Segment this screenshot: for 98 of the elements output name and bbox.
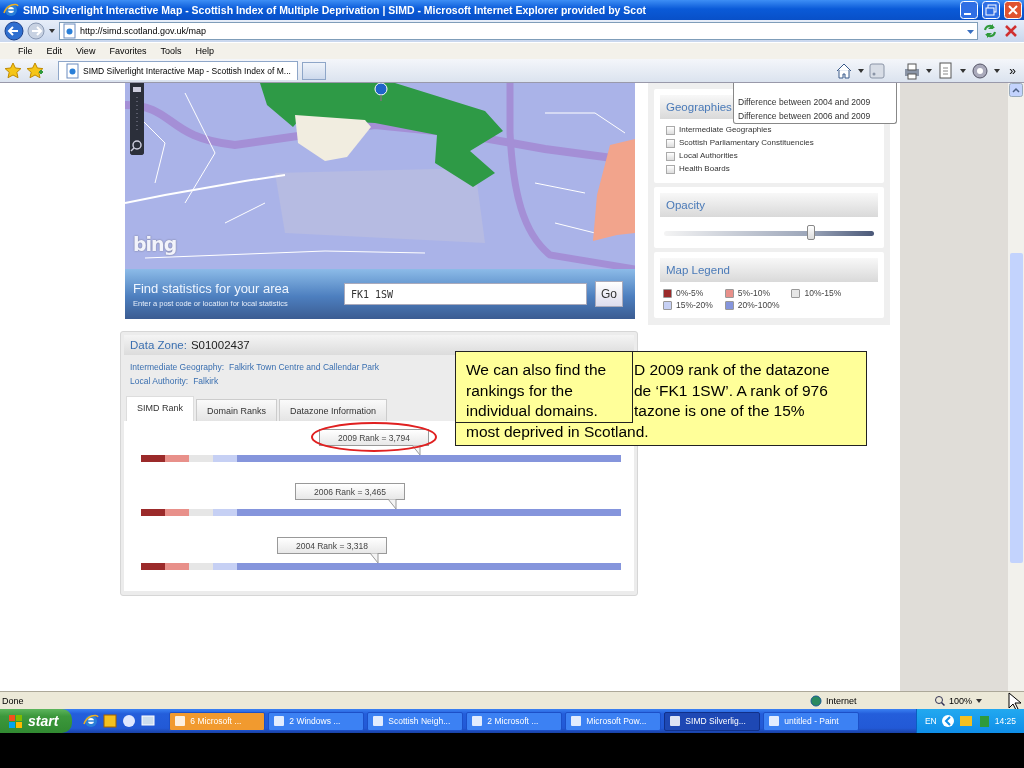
zoom-icon: [934, 694, 946, 707]
toolbar-chevron[interactable]: »: [1005, 63, 1020, 78]
rank-tooltip: 2009 Rank = 3,794: [319, 429, 429, 446]
menu-item[interactable]: Favorites: [103, 46, 153, 56]
legend-label: 20%-100%: [737, 300, 780, 310]
close-button[interactable]: [1004, 1, 1022, 19]
mouse-pointer-icon: [1008, 691, 1022, 710]
callout-text: D 2009 rank of the datazone: [634, 360, 830, 380]
home-icon[interactable]: [835, 61, 854, 80]
caret-icon[interactable]: [857, 66, 866, 75]
caret-icon[interactable]: [975, 696, 984, 705]
location-pin-icon: [374, 83, 388, 101]
rank-tooltip: 2006 Rank = 3,465: [295, 483, 405, 500]
windows-logo-icon: [8, 713, 23, 729]
window-icon: [372, 715, 385, 727]
new-tab-button[interactable]: [301, 61, 326, 80]
expand-tray-icon[interactable]: [940, 714, 955, 728]
taskbar-button[interactable]: Microsoft Pow...: [565, 711, 662, 731]
caret-icon[interactable]: [925, 66, 934, 75]
section-header: Map Legend: [660, 258, 878, 282]
window-icon: [768, 715, 781, 727]
section-header: Opacity: [660, 193, 878, 217]
taskbar-button[interactable]: 2 Windows ...: [268, 711, 365, 731]
legend-label: 15%-20%: [676, 300, 713, 310]
go-button[interactable]: Go: [595, 281, 623, 307]
data-zone-code: S01002437: [190, 339, 250, 351]
minimize-button[interactable]: [960, 1, 978, 19]
menu-item[interactable]: File: [12, 46, 39, 56]
refresh-button[interactable]: [981, 22, 999, 40]
address-field[interactable]: http://simd.scotland.gov.uk/map: [59, 22, 978, 40]
callout-text: most deprived in Scotland.: [466, 421, 649, 442]
security-zone: Internet: [826, 695, 857, 706]
zoom-control[interactable]: [130, 83, 144, 155]
print-icon[interactable]: [903, 61, 922, 80]
data-zone-label: Data Zone:: [130, 339, 187, 351]
legend-label: 0%-5%: [676, 288, 704, 298]
window-icon: [273, 715, 286, 727]
checkbox[interactable]: [666, 151, 675, 161]
detail-label: Intermediate Geography:: [130, 362, 225, 372]
scrollbar-thumb[interactable]: [1009, 253, 1023, 563]
checkbox-label: Intermediate Geographies: [679, 125, 772, 135]
postcode-field[interactable]: FK1 1SW: [344, 283, 587, 305]
search-title: Find statistics for your area: [133, 280, 291, 296]
slider-thumb[interactable]: [807, 225, 815, 240]
detail-value: Falkirk Town Centre and Callendar Park: [229, 362, 380, 372]
caret-icon[interactable]: [993, 66, 1002, 75]
window-icon: [570, 715, 583, 727]
url-text: http://simd.scotland.gov.uk/map: [80, 26, 207, 36]
checkbox-label: Health Boards: [679, 164, 730, 174]
back-button[interactable]: [4, 21, 24, 41]
menu-item[interactable]: Edit: [40, 46, 69, 56]
window-title: SIMD Silverlight Interactive Map - Scottish Index of Multiple Deprivation | SIMD - Microsoft Internet Explorer provided by Scot: [23, 4, 648, 16]
caret-icon[interactable]: [48, 27, 56, 35]
checkbox-label: Scottish Parliamentary Constituencies: [679, 138, 814, 148]
panel-tab[interactable]: SIMD Rank: [126, 396, 194, 421]
legend-label: 5%-10%: [737, 288, 770, 298]
start-button[interactable]: start: [0, 709, 73, 733]
rank-tooltip: 2004 Rank = 3,318: [277, 537, 387, 554]
clock: 14:25: [994, 716, 1016, 726]
caret-icon[interactable]: [959, 66, 968, 75]
callout-text: tazone is one of the 15%: [634, 401, 805, 421]
panel-tab[interactable]: Domain Ranks: [196, 399, 278, 421]
globe-icon: [810, 694, 822, 707]
checkbox[interactable]: [666, 125, 675, 135]
legend-label: 10%-15%: [804, 288, 842, 298]
panel-tab[interactable]: Datazone Information: [279, 399, 388, 421]
page-icon: [65, 63, 79, 79]
window-icon: [471, 715, 484, 727]
checkbox[interactable]: [666, 164, 675, 174]
menu-item[interactable]: Help: [189, 46, 220, 56]
detail-value: Falkirk: [193, 376, 219, 386]
ie-logo-icon: [3, 2, 19, 18]
window-icon: [174, 715, 187, 727]
checkbox-label: Local Authorities: [679, 151, 738, 161]
ie-logo-icon[interactable]: [83, 713, 100, 729]
browser-tab[interactable]: SIMD Silverlight Interactive Map - Scottish Index of M...: [58, 61, 298, 80]
detail-label: Local Authority:: [130, 376, 189, 386]
callout-text: We can also find the rankings for the individual domains.: [466, 360, 608, 421]
taskbar-button[interactable]: 2 Microsoft ...: [466, 711, 563, 731]
callout-text: de ‘FK1 1SW’. A rank of 976: [634, 380, 828, 401]
menu-item[interactable]: View: [70, 46, 102, 56]
vertical-scrollbar[interactable]: [1008, 83, 1024, 691]
checkbox[interactable]: [666, 138, 675, 148]
window-icon: [669, 715, 682, 727]
scroll-up-button[interactable]: [1009, 83, 1023, 97]
map-logo: bing: [133, 233, 177, 255]
taskbar-button[interactable]: Scottish Neigh...: [367, 711, 464, 731]
desktop-icon[interactable]: [140, 713, 157, 729]
gear-icon[interactable]: [971, 61, 990, 80]
favorites-star-icon[interactable]: [4, 61, 22, 80]
restore-button[interactable]: [982, 1, 1000, 19]
zoom-level[interactable]: 100%: [949, 695, 973, 706]
page-icon: [62, 23, 76, 39]
add-favorite-icon[interactable]: [26, 61, 44, 80]
menu-item[interactable]: Tools: [154, 46, 188, 56]
status-text: Done: [2, 695, 25, 706]
taskbar-button[interactable]: untitled - Paint: [763, 711, 860, 731]
taskbar-button[interactable]: SIMD Silverlig...: [664, 711, 761, 731]
